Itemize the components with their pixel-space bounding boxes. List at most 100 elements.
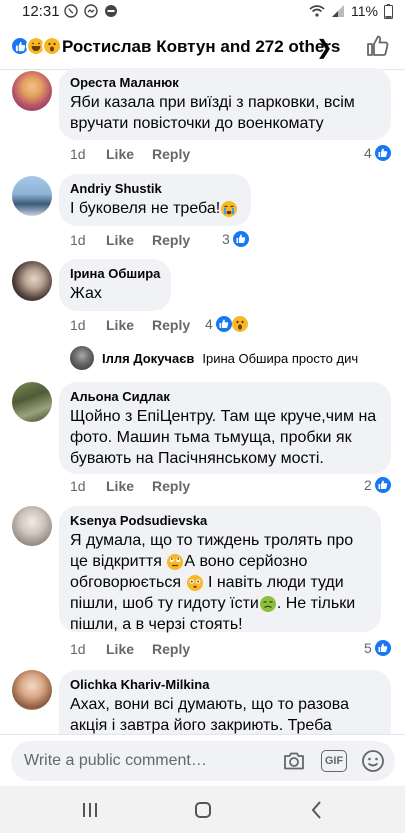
reactions-header[interactable]: Ростислав Ковтун and 272 others ❯ [0,24,405,70]
wow-reaction-icon [42,36,62,56]
comment-author[interactable]: Ірина Обшира [70,265,160,283]
comment-text: І буковеля не треба! [70,200,221,217]
comment-actions: 1d Like Reply [70,317,190,333]
comment-author[interactable]: Ksenya Podsudievska [70,512,369,530]
comment-actions: 1d Like Reply [70,232,190,248]
like-button[interactable]: Like [106,146,152,162]
like-reaction-icon [374,640,391,656]
thumbs-up-icon[interactable] [366,34,390,58]
like-reaction-icon [232,231,249,247]
reaction-count-value: 4 [364,145,372,161]
reply-author[interactable]: Ілля Докучаєв [102,351,194,366]
comment-time[interactable]: 1d [70,232,106,248]
comment-composer: Write a public comment… GIF [0,734,405,786]
comment-text-line: І буковеля не треба! [70,198,239,219]
messenger-icon [84,4,98,18]
reaction-count-value: 5 [364,640,372,656]
like-button[interactable]: Like [106,641,152,657]
viber-icon [64,4,78,18]
comment-bubble: Альона Сидлак Щойно з ЕпіЦентру. Там ще … [59,382,391,474]
like-button[interactable]: Like [106,232,152,248]
reaction-count-value: 3 [222,231,230,247]
comment-actions: 1d Like Reply [70,641,190,657]
gif-icon[interactable]: GIF [321,750,347,772]
gif-label: GIF [324,755,344,767]
reply-button[interactable]: Reply [152,641,190,657]
reply-body: просто дич [291,350,359,366]
status-time: 12:31 [22,3,60,20]
reaction-count[interactable]: 2 [364,477,391,493]
like-reaction-icon [374,477,391,493]
reply-button[interactable]: Reply [152,317,190,333]
comment-actions: 1d Like Reply [70,478,190,494]
reaction-icons [10,36,62,56]
comment-time[interactable]: 1d [70,641,106,657]
comment-time[interactable]: 1d [70,146,106,162]
chevron-right-icon: ❯ [316,37,333,59]
comment-bubble: Andriy Shustik І буковеля не треба! [59,174,251,226]
like-button[interactable]: Like [106,317,152,333]
reply-button[interactable]: Reply [152,478,190,494]
avatar[interactable] [12,382,52,422]
comment-bubble: Ореста Маланюк Яби казала при виїзді з п… [59,68,391,140]
comment-text: Ахах, вони всі думають, що то разова акц… [70,696,350,734]
battery-icon [384,3,393,19]
reaction-count[interactable]: 5 [364,640,391,656]
comment-time[interactable]: 1d [70,478,106,494]
reply-preview[interactable]: Ілля Докучаєв Ірина Обшира просто дич [70,346,358,370]
status-bar: 12:31 11% [0,0,405,24]
battery-percent: 11% [351,3,378,19]
recent-apps-icon[interactable] [78,798,102,822]
comment-text: Щойно з ЕпіЦентру. Там ще круче,чим на ф… [70,408,377,467]
home-icon[interactable] [191,798,215,822]
comment-input[interactable]: Write a public comment… GIF [11,741,395,781]
comment-bubble: Ірина Обшира Жах [59,259,171,311]
signal-icon [332,5,345,17]
like-button[interactable]: Like [106,478,152,494]
flushed-face-icon [186,574,203,591]
like-reaction-icon [215,316,232,332]
status-notification-icons [64,4,118,18]
emoji-icon[interactable] [361,749,385,773]
comment-bubble: Ksenya Podsudievska Я думала, що то тижд… [59,506,381,635]
system-nav-bar [0,786,405,833]
avatar[interactable] [12,506,52,546]
reply-text: Ірина Обшира просто дич [202,351,358,366]
comment-author[interactable]: Альона Сидлак [70,388,379,406]
reaction-count[interactable]: 3 [222,231,249,247]
dnd-icon [105,5,117,17]
comment-text: Я думала, що то тиждень тролять про це в… [70,530,369,635]
reaction-count-value: 4 [205,316,213,332]
avatar[interactable] [12,670,52,710]
like-reaction-icon [374,145,391,161]
comment-author[interactable]: Andriy Shustik [70,180,239,198]
comment-author[interactable]: Olichka Khariv-Milkina [70,676,379,694]
nauseated-face-icon [259,595,276,612]
comment-bubble: Olichka Khariv-Milkina Ахах, вони всі ду… [59,670,391,734]
back-icon[interactable] [305,798,329,822]
comment: Olichka Khariv-Milkina Ахах, вони всі ду… [0,670,405,734]
comment-time[interactable]: 1d [70,317,106,333]
comment-author[interactable]: Ореста Маланюк [70,74,379,92]
reply-button[interactable]: Reply [152,146,190,162]
reply-tag: Ірина Обшира [202,350,289,366]
crying-face-icon [221,200,238,217]
camera-icon[interactable] [282,749,306,773]
reactions-summary: Ростислав Ковтун and 272 others [62,37,341,56]
reaction-count-value: 2 [364,477,372,493]
reaction-count[interactable]: 4 [205,316,248,332]
reaction-count[interactable]: 4 [364,145,391,161]
avatar[interactable] [12,261,52,301]
wifi-icon [309,5,325,17]
comment-actions: 1d Like Reply [70,146,190,162]
avatar [70,346,94,370]
comment-text: Жах [70,285,102,302]
rolling-eyes-face-icon [167,553,184,570]
wow-reaction-icon [231,316,248,332]
status-right: 11% [309,3,393,19]
comment-text: Яби казала при виїзді з парковки, всім в… [70,94,355,132]
avatar[interactable] [12,71,52,111]
reply-button[interactable]: Reply [152,232,190,248]
comment-input-placeholder: Write a public comment… [24,752,207,769]
avatar[interactable] [12,176,52,216]
